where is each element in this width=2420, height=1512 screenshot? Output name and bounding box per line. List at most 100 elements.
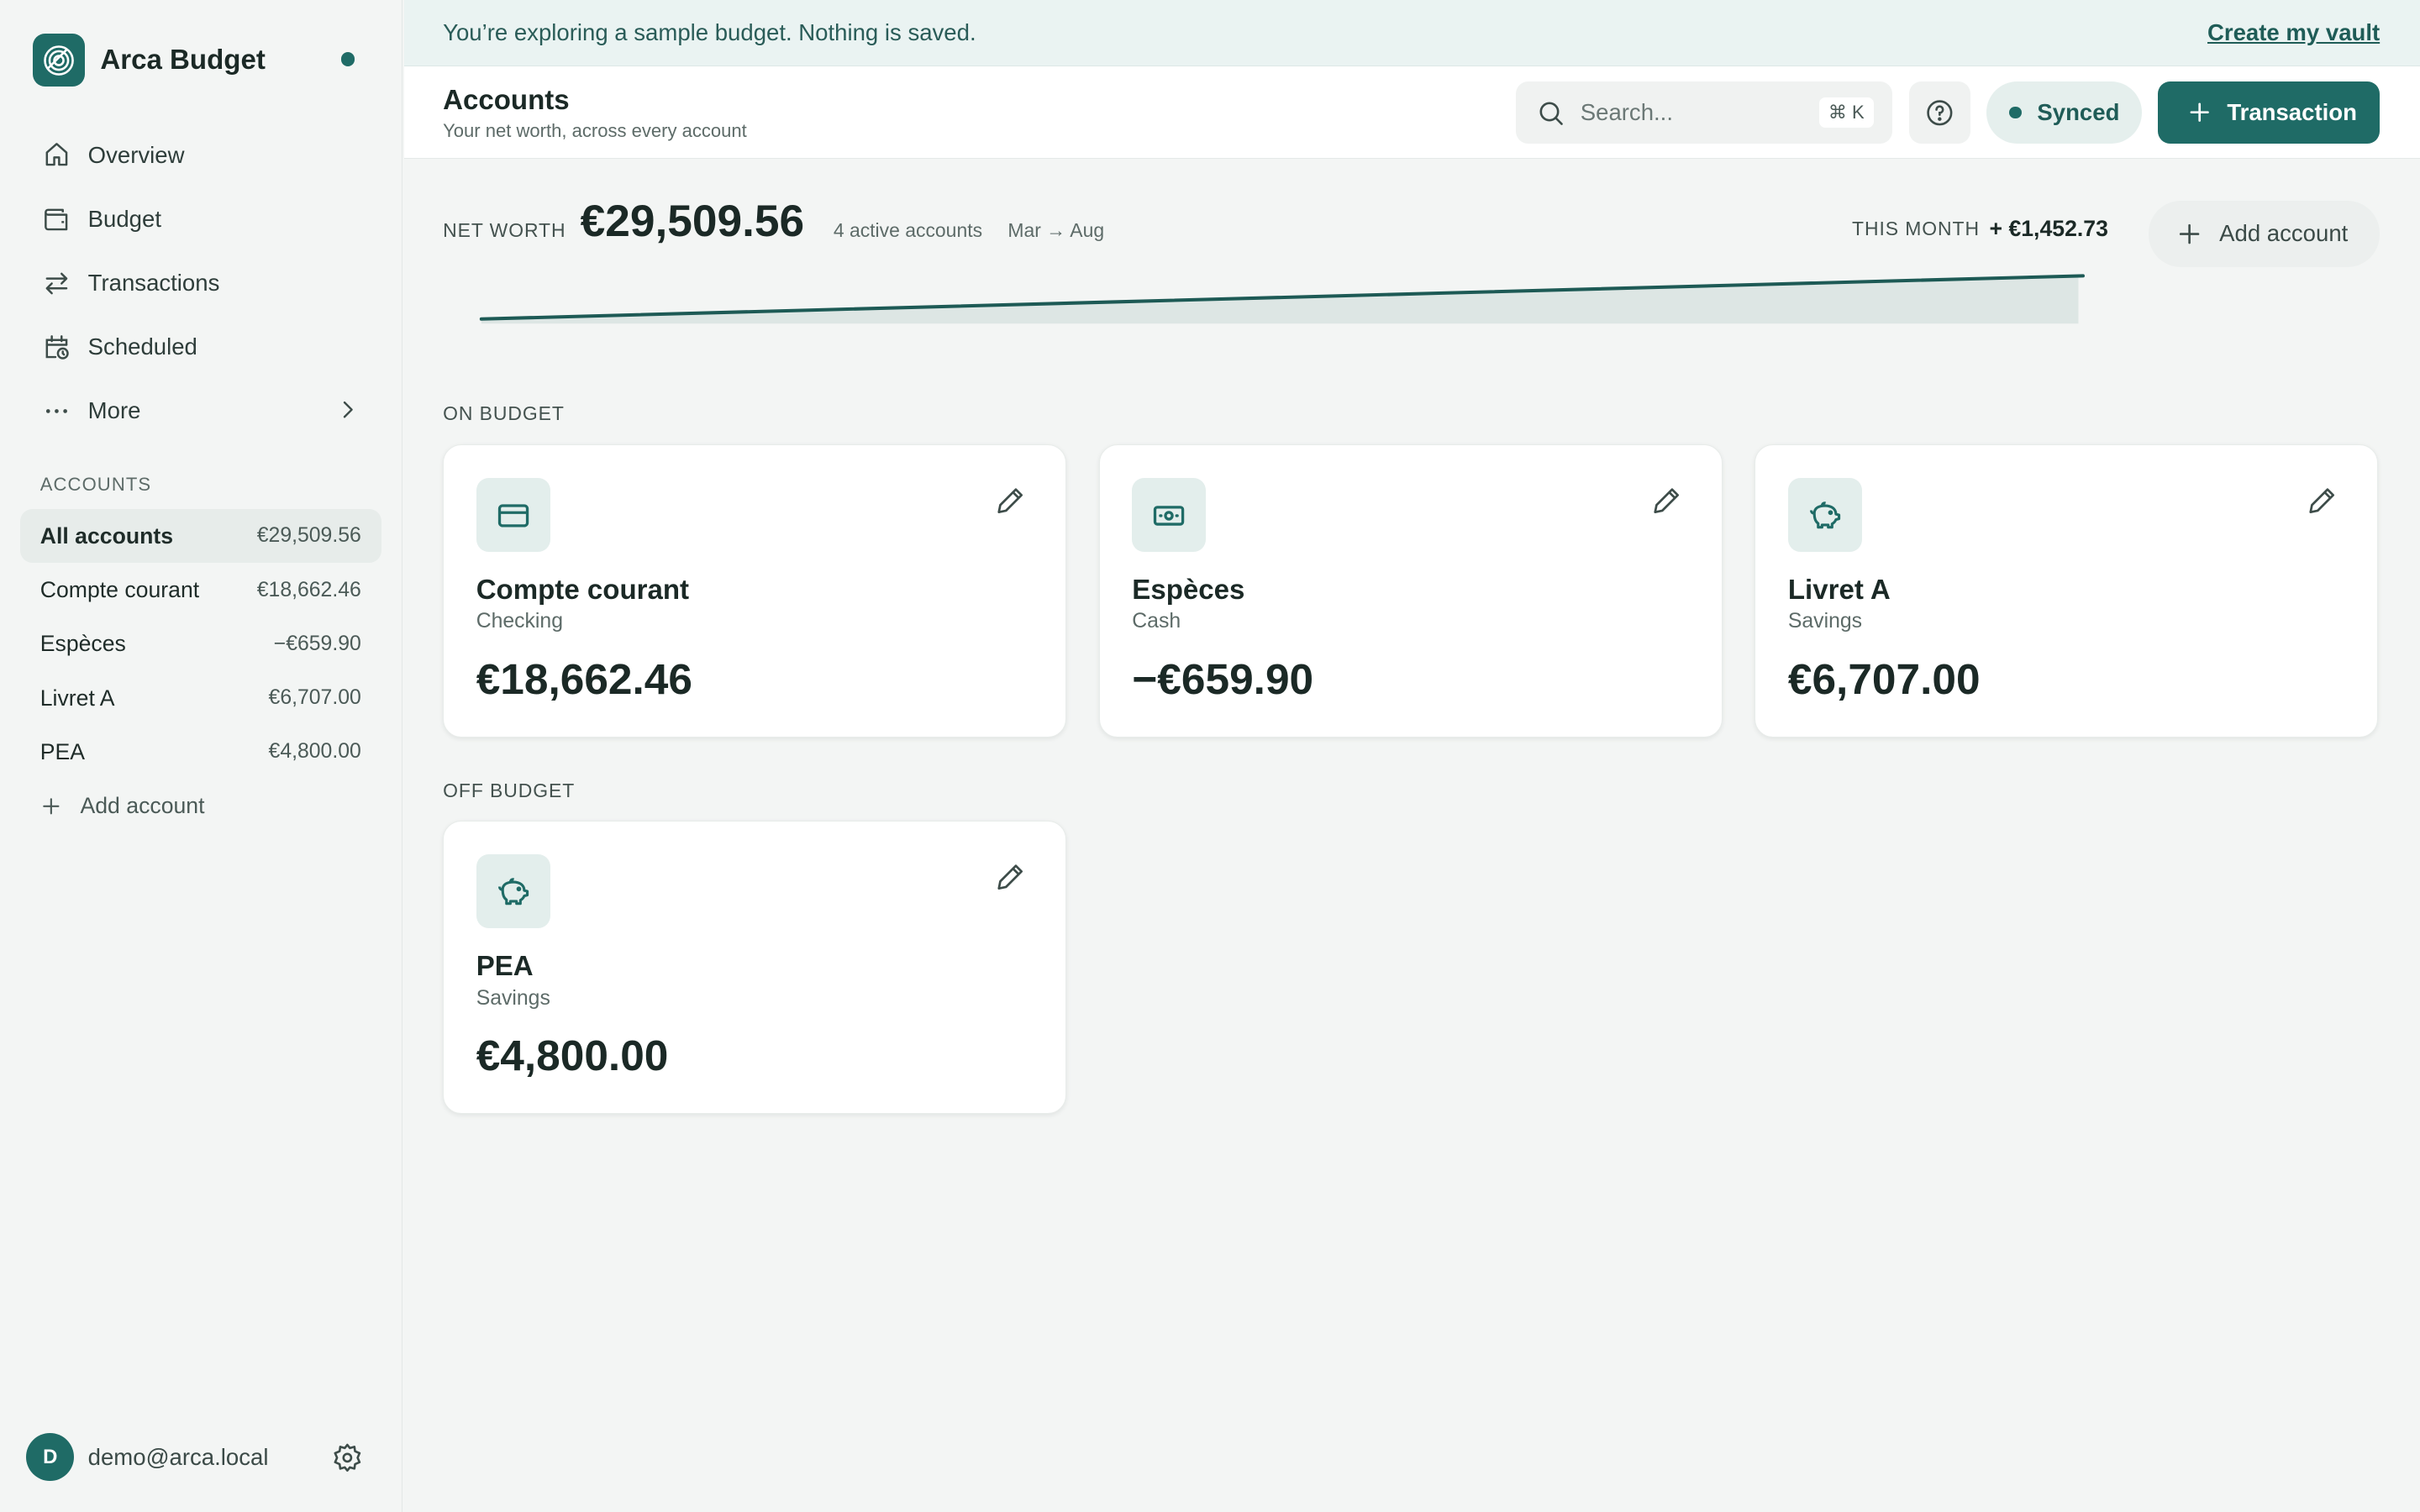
brand-name: Arca Budget (100, 44, 266, 76)
account-icon-tile (476, 853, 550, 928)
ellipsis-icon (45, 408, 67, 413)
account-amount: −€659.90 (273, 632, 361, 655)
status-dot (340, 52, 355, 66)
nav-item-more[interactable]: More (20, 379, 384, 443)
sync-label: Synced (2037, 99, 2120, 126)
account-card-compte-courant[interactable]: Compte courant Checking €18,662.46 (443, 444, 1067, 738)
net-worth-value: €29,509.56 (580, 197, 805, 247)
sync-dot (2009, 106, 2023, 119)
plus-icon (2190, 102, 2209, 123)
sync-status-button[interactable]: Synced (1986, 81, 2143, 144)
account-card-pea[interactable]: PEA Savings €4,800.00 (443, 821, 1067, 1115)
banknote-icon (1154, 505, 1185, 526)
sidebar-account-all[interactable]: All accounts €29,509.56 (19, 509, 381, 564)
nav-item-budget[interactable]: Budget (20, 187, 384, 251)
account-amount: €29,509.56 (256, 524, 361, 548)
user-email: demo@arca.local (87, 1443, 269, 1470)
gear-icon[interactable] (332, 1442, 363, 1473)
nav-item-overview[interactable]: Overview (20, 123, 384, 187)
plus-icon (2179, 223, 2200, 244)
off-budget-section-label: OFF BUDGET (443, 779, 576, 801)
add-account-button[interactable]: Add account (2148, 200, 2381, 267)
wallet-icon (44, 208, 67, 230)
account-icon-tile (1787, 477, 1863, 552)
account-label: Espèces (39, 631, 126, 657)
nav-label: Scheduled (87, 333, 197, 360)
nav-label: More (87, 397, 141, 424)
search-input[interactable]: Search... ⌘ K (1515, 81, 1892, 144)
user-profile[interactable]: D demo@arca.local (26, 1433, 269, 1482)
sidebar-account-compte-courant[interactable]: Compte courant €18,662.46 (20, 563, 381, 617)
search-shortcut: ⌘ K (1818, 97, 1874, 129)
account-name: PEA (476, 951, 534, 983)
account-type: Checking (476, 610, 563, 633)
sidebar-add-account-button[interactable]: Add account (20, 780, 381, 833)
page-title: Accounts (443, 85, 570, 116)
sidebar-account-livret-a[interactable]: Livret A €6,707.00 (20, 671, 381, 725)
nav-label: Transactions (87, 270, 220, 296)
nav-label: Overview (87, 141, 185, 168)
add-account-button-label: Add account (2219, 220, 2349, 247)
create-vault-link[interactable]: Create my vault (2207, 19, 2380, 46)
account-type: Savings (1787, 610, 1863, 633)
nav-label: Budget (87, 205, 161, 232)
banner-text: You’re exploring a sample budget. Nothin… (443, 18, 976, 45)
account-type: Cash (1132, 610, 1181, 633)
credit-card-icon (497, 503, 529, 528)
account-label: All accounts (39, 522, 174, 549)
account-type: Savings (476, 986, 550, 1010)
account-balance: €18,662.46 (476, 654, 692, 703)
account-amount: €18,662.46 (256, 578, 361, 601)
calendar-clock-icon (45, 334, 69, 360)
edit-pencil-icon[interactable] (2305, 484, 2338, 517)
nav-item-transactions[interactable]: Transactions (20, 251, 384, 315)
on-budget-section-label: ON BUDGET (443, 402, 565, 425)
brand[interactable]: Arca Budget (32, 34, 266, 87)
active-accounts-count: 4 active accounts (833, 218, 983, 241)
home-icon (45, 143, 67, 166)
sidebar-account-pea[interactable]: PEA €4,800.00 (20, 725, 381, 779)
account-name: Compte courant (476, 575, 690, 606)
search-icon (1539, 102, 1563, 125)
account-name: Espèces (1132, 575, 1245, 606)
account-balance: −€659.90 (1132, 654, 1314, 703)
account-name: Livret A (1787, 575, 1891, 606)
sample-budget-banner: You’re exploring a sample budget. Nothin… (404, 0, 2420, 66)
transaction-button-label: Transaction (2227, 99, 2357, 126)
chevron-right-icon (343, 401, 353, 418)
account-amount: €6,707.00 (268, 686, 361, 710)
date-range: Mar → Aug (1007, 218, 1105, 241)
plus-icon (42, 798, 60, 815)
add-transaction-button[interactable]: Transaction (2157, 81, 2381, 144)
page-subtitle: Your net worth, across every account (443, 120, 747, 142)
add-account-label: Add account (80, 793, 205, 819)
this-month-label: THIS MONTH (1852, 217, 1980, 239)
sidebar-account-list: All accounts €29,509.56 Compte courant €… (19, 509, 381, 833)
main-nav: Overview Budget Transactions Scheduled M… (20, 123, 384, 443)
avatar: D (26, 1433, 75, 1482)
account-label: Compte courant (39, 577, 200, 603)
arrows-icon (45, 272, 67, 294)
accounts-section-title: ACCOUNTS (39, 473, 152, 495)
search-placeholder: Search... (1580, 99, 1673, 126)
piggy-bank-icon (497, 877, 529, 905)
nav-item-scheduled[interactable]: Scheduled (20, 315, 384, 379)
this-month-value: + €1,452.73 (1989, 216, 2108, 242)
piggy-bank-icon (1809, 501, 1841, 528)
account-label: PEA (39, 738, 86, 764)
sidebar-account-especes[interactable]: Espèces −€659.90 (20, 617, 381, 671)
help-button[interactable] (1908, 81, 1971, 144)
account-amount: €4,800.00 (268, 740, 361, 764)
account-icon-tile (1132, 477, 1207, 552)
sidebar: Arca Budget Overview Budget Transactions… (0, 0, 403, 1512)
net-worth-trend-chart (480, 274, 2086, 324)
account-card-livret-a[interactable]: Livret A Savings €6,707.00 (1754, 444, 2379, 738)
edit-pencil-icon[interactable] (993, 860, 1027, 894)
account-card-especes[interactable]: Espèces Cash −€659.90 (1098, 444, 1723, 738)
page-header: Accounts Your net worth, across every ac… (404, 66, 2420, 160)
account-icon-tile (476, 477, 550, 552)
account-balance: €4,800.00 (476, 1031, 669, 1080)
edit-pencil-icon[interactable] (993, 484, 1027, 517)
brand-logo-icon (32, 34, 85, 87)
edit-pencil-icon[interactable] (1649, 484, 1683, 517)
